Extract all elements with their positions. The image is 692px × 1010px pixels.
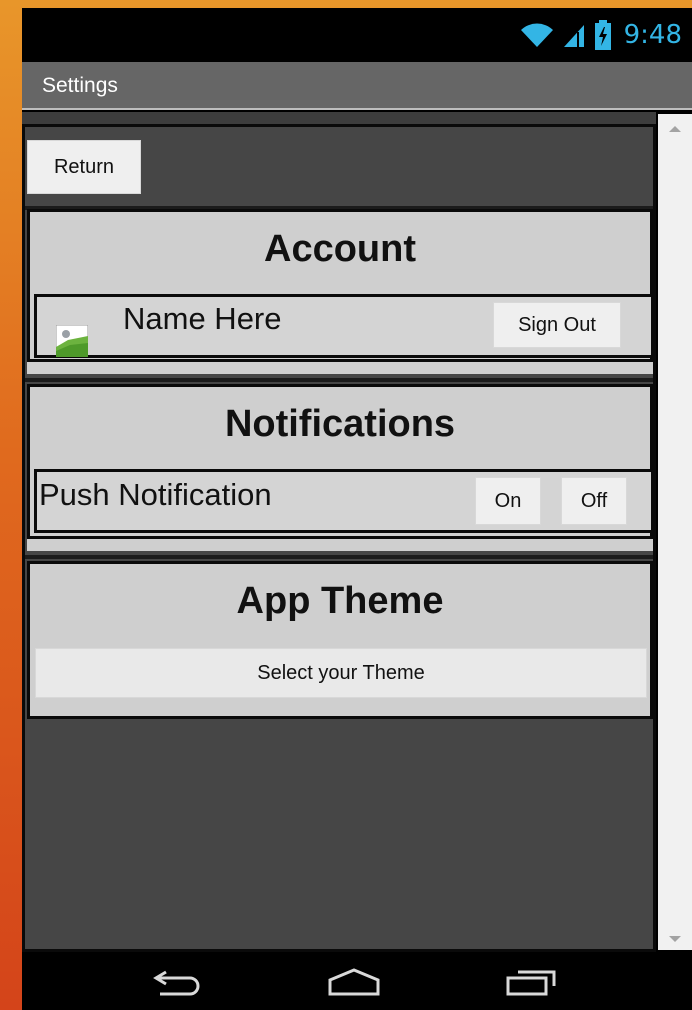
notifications-off-button[interactable]: Off xyxy=(561,477,627,525)
scroll-down-arrow-icon[interactable] xyxy=(669,936,681,942)
cell-signal-icon xyxy=(563,25,584,47)
off-button-label: Off xyxy=(580,489,608,512)
screen-container: Return Account Name Here Sign Out Notifi… xyxy=(22,124,656,952)
divider xyxy=(25,555,653,559)
page-title: Settings xyxy=(42,74,118,97)
status-time: 9:48 xyxy=(623,20,682,50)
divider xyxy=(25,378,653,382)
account-row: Name Here Sign Out xyxy=(34,294,654,358)
wifi-icon xyxy=(520,23,553,47)
image-placeholder-icon xyxy=(56,325,88,357)
scrollbar[interactable] xyxy=(658,114,692,950)
back-icon[interactable] xyxy=(150,966,206,996)
return-button[interactable]: Return xyxy=(27,140,141,194)
recent-apps-icon[interactable] xyxy=(502,966,558,996)
select-theme-button-label: Select your Theme xyxy=(257,661,425,684)
account-section-footer xyxy=(27,362,653,374)
status-icons: 9:48 xyxy=(520,16,682,54)
scroll-up-arrow-icon[interactable] xyxy=(669,126,681,132)
notifications-section-footer xyxy=(27,539,653,551)
app-theme-header: App Theme xyxy=(236,580,444,622)
battery-charging-icon xyxy=(594,20,611,50)
notifications-on-button[interactable]: On xyxy=(475,477,541,525)
phone-screen: 9:48 Settings Return Account Name Here S… xyxy=(22,8,692,1010)
sign-out-button-label: Sign Out xyxy=(518,313,596,336)
title-bar: Settings xyxy=(22,62,692,110)
account-section: Account Name Here Sign Out xyxy=(27,209,654,362)
content-area: Return Account Name Here Sign Out Notifi… xyxy=(22,112,656,952)
status-bar: 9:48 xyxy=(22,8,692,62)
push-notification-label: Push Notification xyxy=(39,477,272,512)
notifications-header: Notifications xyxy=(224,403,456,445)
sign-out-button[interactable]: Sign Out xyxy=(493,302,621,348)
account-name: Name Here xyxy=(123,301,282,336)
account-header: Account xyxy=(264,228,416,270)
notifications-section: Notifications Push Notification On Off xyxy=(27,384,654,539)
home-icon[interactable] xyxy=(326,966,382,996)
app-theme-section: App Theme Select your Theme xyxy=(27,561,653,719)
return-button-label: Return xyxy=(53,155,115,178)
navigation-bar xyxy=(22,952,692,1010)
on-button-label: On xyxy=(494,489,522,512)
push-notification-row: Push Notification On Off xyxy=(34,469,654,533)
select-theme-button[interactable]: Select your Theme xyxy=(35,648,647,698)
